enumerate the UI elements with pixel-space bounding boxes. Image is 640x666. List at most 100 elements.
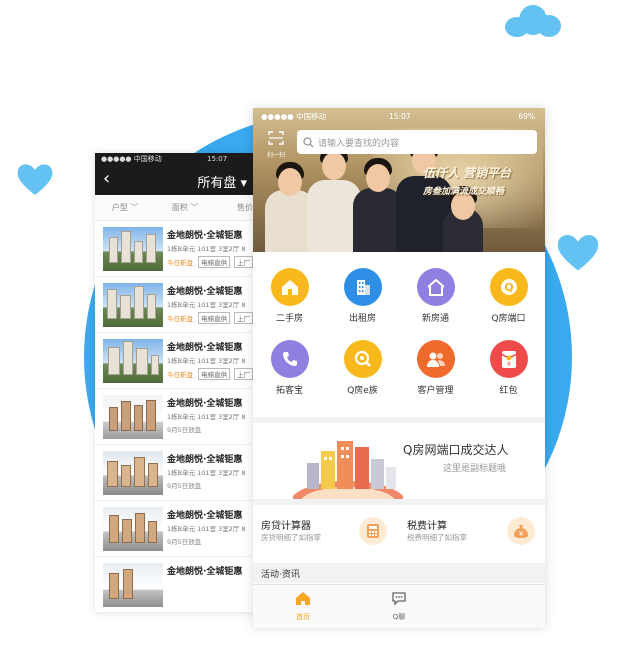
heart-icon <box>556 232 600 272</box>
listing-detail: 1栋B单元 101室 3室2厅 8 <box>167 301 246 309</box>
tab-home[interactable]: 首页 <box>273 591 333 622</box>
listing-detail: 1栋B单元 101室 3室2厅 8 <box>167 525 246 533</box>
building-photo <box>103 339 163 383</box>
nav-bar: ‹ 所有盘 ▾ <box>95 165 255 195</box>
tag-badge: 上厂 <box>234 256 254 268</box>
tab-q-chat[interactable]: Q聊 <box>369 591 429 622</box>
building-photo <box>103 507 163 551</box>
mortgage-calculator-card[interactable]: 房贷计算器 房贷明细了如指掌 <box>253 505 399 557</box>
listing-name: 金地朗悦·全城钜惠 <box>167 343 243 353</box>
filter-layout[interactable]: 户型 ﹀ <box>95 202 155 213</box>
listing-name: 金地朗悦·全城钜惠 <box>167 399 243 409</box>
listing-date: 今日新盘 <box>167 259 193 267</box>
building-icon <box>343 268 382 306</box>
grid-item-q-e-family[interactable]: Q房e族 <box>326 340 399 396</box>
listing-tags: 今日新盘 电梯直供 上厂 <box>167 312 255 324</box>
chevron-left-icon[interactable]: ‹ <box>103 170 110 188</box>
calculator-icon <box>359 517 387 545</box>
listing-detail: 1栋B单元 101室 3室2厅 8 <box>167 469 246 477</box>
listing-filter-dropdown[interactable]: 所有盘 ▾ <box>197 172 247 191</box>
mortgage-calculator-title: 房贷计算器 <box>261 521 311 532</box>
listing-date: 今日新盘 <box>167 315 193 323</box>
banner-slogan: 伍仟人 营销平台 房叁加满流成交顺畅 <box>423 166 512 197</box>
filter-area[interactable]: 面积 ﹀ <box>155 202 215 213</box>
listing-detail: 1栋B单元 101室 3室2厅 8 <box>167 357 246 365</box>
filter-price[interactable]: 售价 <box>215 202 255 213</box>
grid-item-q-port[interactable]: Q Q房端口 <box>472 268 545 324</box>
building-photo <box>103 227 163 271</box>
status-time: 15:07 <box>389 111 411 121</box>
search-input[interactable]: 请输入要查找的内容 <box>297 130 537 154</box>
listing-name: 金地朗悦·全城钜惠 <box>167 287 243 297</box>
chat-icon <box>392 592 406 606</box>
q-port-icon: Q <box>489 268 528 306</box>
listing-tags: 9月5日放盘 <box>167 424 204 434</box>
money-bag-icon: ¥ <box>507 517 535 545</box>
listing-date: 9月5日放盘 <box>167 482 202 490</box>
new-house-icon <box>416 268 455 306</box>
tax-calculator-subtitle: 税费明细了如指掌 <box>407 533 467 542</box>
listing-phone-screen: ●●●●● 中国移动 15:07 ‹ 所有盘 ▾ 户型 ﹀ 面积 ﹀ 售价 金地… <box>95 153 255 613</box>
listing-tags: 9月5日放盘 <box>167 480 204 490</box>
list-item[interactable]: 金地朗悦·全城钜惠 1栋B单元 101室 3室2厅 8 9月5日放盘 <box>95 501 255 557</box>
scan-button[interactable]: 扫一扫 <box>263 130 289 159</box>
tag-badge: 上厂 <box>234 368 254 380</box>
home-phone-screen: 伍仟人 营销平台 房叁加满流成交顺畅 ●●●●● 中国移动 15:07 69% … <box>253 108 545 628</box>
tab-home-label: 首页 <box>296 613 310 621</box>
list-item[interactable]: 金地朗悦·全城钜惠 1栋B单元 101室 3室2厅 8 9月5日放盘 <box>95 389 255 445</box>
home-icon <box>296 592 310 605</box>
battery-level: 69% <box>518 111 535 121</box>
listing-date: 9月5日放盘 <box>167 426 202 434</box>
svg-text:¥: ¥ <box>519 530 524 538</box>
filter-bar: 户型 ﹀ 面积 ﹀ 售价 <box>95 195 255 221</box>
listing-name: 金地朗悦·全城钜惠 <box>167 567 243 577</box>
news-header: 活动·资讯 <box>253 563 545 583</box>
building-photo <box>103 451 163 495</box>
list-item[interactable]: 金地朗悦·全城钜惠 1栋B单元 101室 3室2厅 8 今日新盘 电梯直供 上厂 <box>95 277 255 333</box>
list-item[interactable]: 金地朗悦·全城钜惠 1栋B单元 101室 3室2厅 8 今日新盘 电梯直供 上厂 <box>95 221 255 277</box>
grid-item-customers[interactable]: 客户管理 <box>399 340 472 396</box>
grid-item-new-house[interactable]: 新房通 <box>399 268 472 324</box>
promo-title: Q房网端口成交达人 <box>403 443 509 457</box>
listing-name: 金地朗悦·全城钜惠 <box>167 455 243 465</box>
building-photo <box>103 283 163 327</box>
listing-detail: 1栋B单元 101室 3室2厅 8 <box>167 413 246 421</box>
search-placeholder: 请输入要查找的内容 <box>318 138 400 149</box>
svg-text:¥: ¥ <box>507 361 511 368</box>
news-title: 活动·资讯 <box>261 570 300 580</box>
list-item[interactable]: 金地朗悦·全城钜惠 1栋B单元 101室 3室2厅 8 9月5日放盘 <box>95 445 255 501</box>
customers-icon <box>416 340 455 378</box>
listing-detail: 1栋B单元 101室 3室2厅 8 <box>167 245 246 253</box>
status-bar: ●●●●● 中国移动 15:07 <box>95 153 255 165</box>
carrier-label: ●●●●● 中国移动 <box>101 155 162 163</box>
grid-item-tuokebao[interactable]: 拓客宝 <box>253 340 326 396</box>
listing-tags: 今日新盘 电梯直供 上厂 <box>167 256 255 268</box>
tax-calculator-card[interactable]: 税费计算 税费明细了如指掌 ¥ <box>399 505 545 557</box>
red-packet-icon: ¥ <box>489 340 528 378</box>
tag-badge: 上厂 <box>234 312 254 324</box>
grid-item-rental[interactable]: 出租房 <box>326 268 399 324</box>
city-illustration-icon <box>293 441 403 499</box>
house-icon <box>270 268 309 306</box>
status-time: 15:07 <box>207 155 228 163</box>
heart-icon <box>16 162 54 196</box>
tag-badge: 电梯直供 <box>198 368 231 380</box>
scan-label: 扫一扫 <box>266 152 285 159</box>
grid-item-second-hand[interactable]: 二手房 <box>253 268 326 324</box>
tag-badge: 电梯直供 <box>198 256 231 268</box>
list-item[interactable]: 金地朗悦·全城钜惠 1栋B单元 101室 3室2厅 8 今日新盘 电梯直供 上厂 <box>95 333 255 389</box>
listing-date: 9月5日放盘 <box>167 538 202 546</box>
cloud-icon <box>505 5 561 37</box>
list-item[interactable]: 金地朗悦·全城钜惠 <box>95 557 255 613</box>
building-photo <box>103 395 163 439</box>
phone-icon <box>270 340 309 378</box>
listing-name: 金地朗悦·全城钜惠 <box>167 511 243 521</box>
listing-tags: 今日新盘 电梯直供 上厂 <box>167 368 255 380</box>
tax-calculator-title: 税费计算 <box>407 521 447 532</box>
search-icon <box>303 136 314 147</box>
building-photo <box>103 563 163 607</box>
promo-banner[interactable]: Q房网端口成交达人 这里是副标题哦 <box>253 423 545 499</box>
grid-item-red-packet[interactable]: ¥ 红包 <box>472 340 545 396</box>
stage: ●●●●● 中国移动 15:07 ‹ 所有盘 ▾ 户型 ﹀ 面积 ﹀ 售价 金地… <box>0 0 640 666</box>
banner[interactable]: 伍仟人 营销平台 房叁加满流成交顺畅 ●●●●● 中国移动 15:07 69% … <box>253 108 545 252</box>
